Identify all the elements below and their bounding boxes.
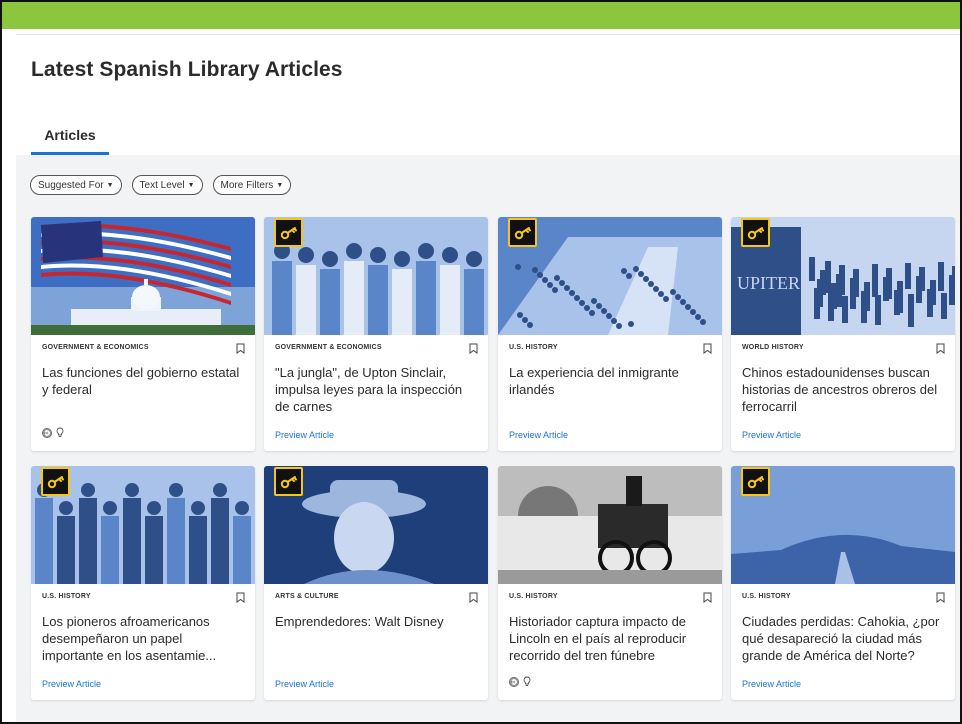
caret-down-icon: ▼ (276, 181, 284, 189)
bookmark-icon[interactable] (469, 590, 478, 603)
article-card[interactable]: UPITER WORLD HISTORY Chinos estadounidense… (731, 217, 955, 451)
article-title[interactable]: Ciudades perdidas: Cahokia, ¿por qué des… (742, 613, 947, 664)
closed-caption-icon (509, 676, 519, 687)
article-card[interactable]: ARTS & CULTURE Emprendedores: Walt Disney… (264, 466, 488, 700)
top-accent-bar (2, 2, 960, 29)
bookmark-icon[interactable] (936, 341, 945, 354)
article-category: GOVERNMENT & ECONOMICS (42, 344, 149, 351)
closed-caption-icon (42, 427, 52, 438)
article-category: U.S. HISTORY (42, 593, 91, 600)
filter-bar: Suggested For ▼ Text Level ▼ More Filter… (30, 175, 292, 195)
article-badges (509, 676, 531, 687)
key-icon (274, 467, 303, 496)
preview-article-link[interactable]: Preview Article (742, 430, 801, 440)
caret-down-icon: ▼ (106, 181, 114, 189)
preview-article-link[interactable]: Preview Article (509, 430, 568, 440)
bookmark-icon[interactable] (469, 341, 478, 354)
preview-article-link[interactable]: Preview Article (42, 679, 101, 689)
bookmark-icon[interactable] (236, 341, 245, 354)
article-title[interactable]: Historiador captura impacto de Lincoln e… (509, 613, 714, 664)
preview-article-link[interactable]: Preview Article (275, 430, 334, 440)
tab-articles[interactable]: Articles (31, 121, 109, 155)
preview-article-link[interactable]: Preview Article (275, 679, 334, 689)
bookmark-icon[interactable] (703, 590, 712, 603)
filter-label: Text Level (139, 179, 185, 191)
key-icon (741, 218, 770, 247)
article-image (498, 466, 722, 584)
article-title[interactable]: Emprendedores: Walt Disney (275, 613, 480, 630)
article-title[interactable]: Chinos estadounidenses buscan historias … (742, 364, 947, 415)
article-title[interactable]: Las funciones del gobierno estatal y fed… (42, 364, 247, 398)
key-icon (508, 218, 537, 247)
article-category: U.S. HISTORY (509, 344, 558, 351)
lightbulb-icon (56, 427, 64, 437)
svg-text:UPITER: UPITER (737, 273, 800, 293)
article-category: WORLD HISTORY (742, 344, 804, 351)
article-title[interactable]: Los pioneros afroamericanos desempeñaron… (42, 613, 247, 664)
app-frame: Latest Spanish Library Articles Articles… (0, 0, 962, 724)
preview-article-link[interactable]: Preview Article (742, 679, 801, 689)
article-category: U.S. HISTORY (742, 593, 791, 600)
bookmark-icon[interactable] (703, 341, 712, 354)
suggested-for-filter[interactable]: Suggested For ▼ (30, 175, 122, 195)
article-image (31, 217, 255, 335)
filter-label: Suggested For (38, 179, 104, 191)
page-title: Latest Spanish Library Articles (31, 58, 343, 81)
lightbulb-icon (523, 676, 531, 686)
text-level-filter[interactable]: Text Level ▼ (131, 175, 203, 195)
caret-down-icon: ▼ (187, 181, 195, 189)
key-icon (274, 218, 303, 247)
article-card[interactable]: GOVERNMENT & ECONOMICS "La jungla", de Up… (264, 217, 488, 451)
key-icon (741, 467, 770, 496)
filter-label: More Filters (220, 179, 274, 191)
divider (16, 34, 960, 35)
article-card[interactable]: U.S. HISTORY Ciudades perdidas: Cahokia, … (731, 466, 955, 700)
article-card[interactable]: U.S. HISTORY La experiencia del inmigrant… (498, 217, 722, 451)
bookmark-icon[interactable] (236, 590, 245, 603)
articles-panel: Suggested For ▼ Text Level ▼ More Filter… (16, 155, 960, 722)
article-title[interactable]: La experiencia del inmigrante irlandés (509, 364, 714, 398)
article-card[interactable]: U.S. HISTORY Historiador captura impacto … (498, 466, 722, 700)
article-card[interactable]: GOVERNMENT & ECONOMICS Las funciones del … (31, 217, 255, 451)
article-card[interactable]: U.S. HISTORY Los pioneros afroamericanos … (31, 466, 255, 700)
key-icon (41, 467, 70, 496)
article-category: GOVERNMENT & ECONOMICS (275, 344, 382, 351)
article-title[interactable]: "La jungla", de Upton Sinclair, impulsa … (275, 364, 480, 415)
article-category: ARTS & CULTURE (275, 593, 339, 600)
bookmark-icon[interactable] (936, 590, 945, 603)
article-category: U.S. HISTORY (509, 593, 558, 600)
more-filters-filter[interactable]: More Filters ▼ (212, 175, 292, 195)
article-badges (42, 427, 64, 438)
